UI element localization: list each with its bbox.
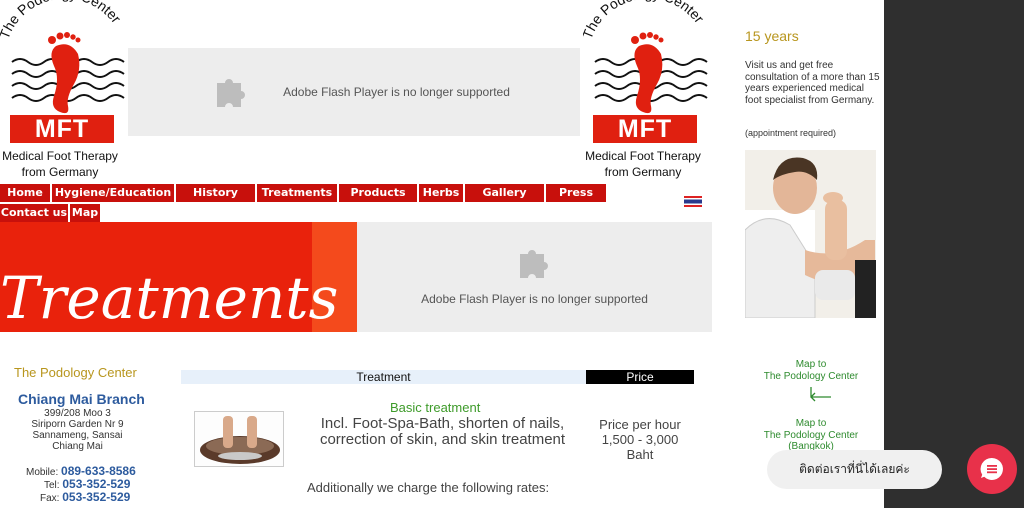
basic-treatment-description: Incl. Foot-Spa-Bath, shorten of nails, c… [319, 415, 566, 448]
nav-gallery[interactable]: Gallery [465, 184, 546, 202]
tel-number[interactable]: 053-352-529 [62, 477, 130, 491]
mobile-row: Mobile: 089-633-8586 [26, 464, 136, 478]
branch-name[interactable]: Chiang Mai Branch [18, 391, 145, 407]
chat-icon [980, 457, 1003, 480]
flash-placeholder-banner[interactable]: Adobe Flash Player is no longer supporte… [357, 222, 712, 332]
logo-caption-line1: Medical Foot Therapy [2, 149, 118, 163]
appointment-note: (appointment required) [745, 128, 837, 138]
mobile-number[interactable]: 089-633-8586 [61, 464, 136, 478]
tel-row: Tel: 053-352-529 [44, 477, 131, 491]
logo-badge: MFT [10, 115, 114, 143]
chat-button[interactable] [967, 444, 1017, 494]
branch-address: 399/208 Moo 3 Siriporn Garden Nr 9 Sanna… [31, 408, 124, 452]
logo-caption-line1: Medical Foot Therapy [585, 149, 701, 163]
arrow-down-icon [810, 387, 831, 402]
logo-caption-line2: from Germany [21, 165, 99, 179]
puzzle-plugin-icon [217, 79, 245, 107]
nav-contact-us[interactable]: Contact us [0, 204, 70, 222]
logo-right[interactable]: The Podology Center MFT Medical Foot The… [583, 0, 708, 180]
thai-flag-icon[interactable] [684, 196, 702, 207]
nav-hygiene-education[interactable]: Hygiene/Education [52, 184, 176, 202]
fax-number: 053-352-529 [62, 490, 131, 504]
foot-bath-photo [194, 411, 284, 467]
treatment-column-header: Treatment [181, 370, 586, 384]
visit-text: Visit us and get free consultation of a … [745, 60, 880, 106]
map-link-bangkok[interactable]: Map to The Podology Center (Bangkok) [752, 418, 870, 453]
puzzle-plugin-icon [520, 250, 548, 278]
flash-message: Adobe Flash Player is no longer supporte… [421, 292, 648, 306]
logo-left[interactable]: The Podology Center MFT Medical Foot The… [0, 0, 125, 180]
logo-badge: MFT [593, 115, 697, 143]
flash-placeholder-top[interactable]: Adobe Flash Player is no longer supporte… [128, 48, 580, 136]
logo-caption-line2: from Germany [604, 165, 682, 179]
banner-title: Treatments [0, 264, 339, 332]
basic-treatment-title: Basic treatment [390, 400, 481, 415]
treatments-banner: Treatments [0, 222, 357, 332]
price-column-header: Price [586, 370, 694, 384]
nav-map[interactable]: Map [70, 204, 102, 222]
nav-press[interactable]: Press [546, 184, 608, 202]
years-heading: 15 years [745, 28, 799, 44]
nav-treatments[interactable]: Treatments [257, 184, 339, 202]
map-link-chiang-mai[interactable]: Map to The Podology Center [752, 359, 870, 382]
nav-products[interactable]: Products [339, 184, 419, 202]
nav-home[interactable]: Home [0, 184, 52, 202]
chat-bubble[interactable]: ติดต่อเราที่นี่ได้เลยค่ะ [767, 450, 942, 489]
basic-treatment-price: Price per hour 1,500 - 3,000 Baht [599, 417, 681, 462]
nav-herbs[interactable]: Herbs [419, 184, 465, 202]
page: The Podology Center MFT Medical Foot The… [0, 0, 884, 508]
center-name: The Podology Center [14, 365, 137, 380]
foot-specialist-photo [745, 150, 876, 318]
fax-row: Fax: 053-352-529 [40, 490, 131, 504]
flash-message: Adobe Flash Player is no longer supporte… [283, 85, 510, 99]
additional-rates-text: Additionally we charge the following rat… [307, 480, 550, 495]
nav-history[interactable]: History [176, 184, 257, 202]
